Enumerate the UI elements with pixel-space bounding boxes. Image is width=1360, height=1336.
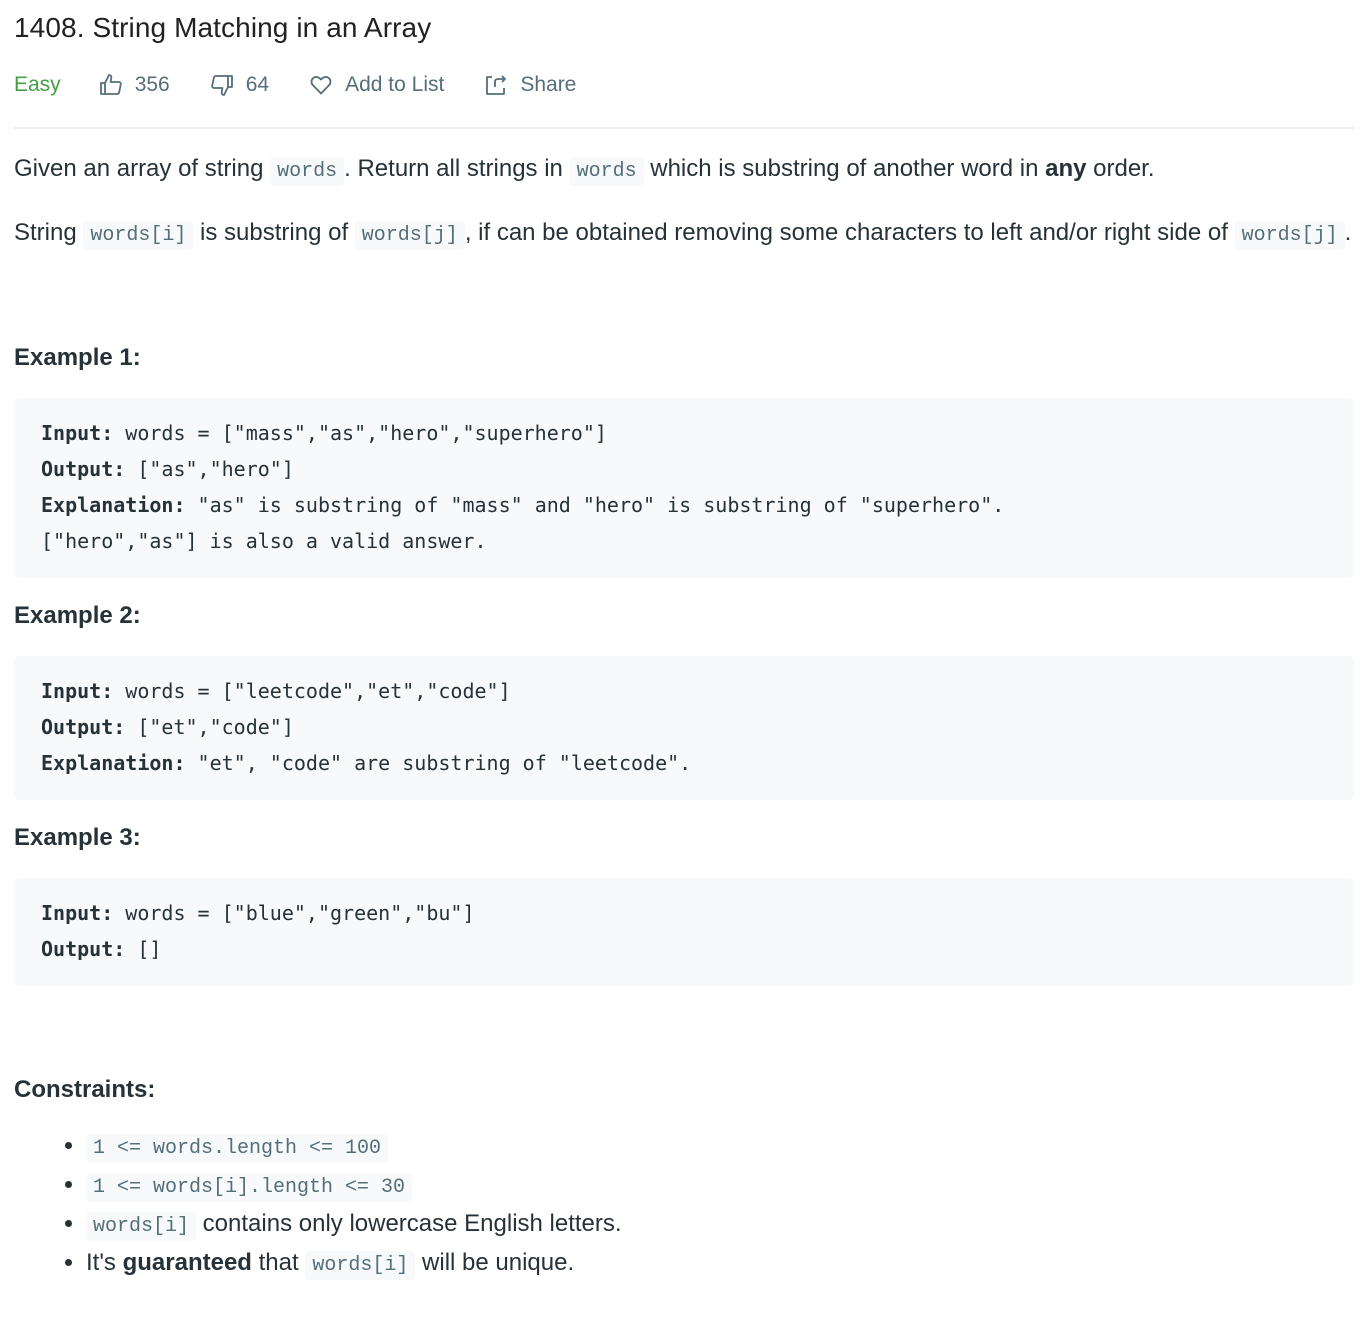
constraint-item: 1 <= words[i].length <= 30 bbox=[86, 1167, 1354, 1206]
input-value: words = ["blue","green","bu"] bbox=[113, 901, 475, 925]
text: , if can be obtained removing some chara… bbox=[464, 219, 1235, 246]
problem-description-panel: 1408. String Matching in an Array Easy 3… bbox=[0, 0, 1360, 1284]
problem-statement: Given an array of string words. Return a… bbox=[14, 151, 1354, 254]
difficulty-badge: Easy bbox=[14, 73, 61, 96]
add-to-list-button[interactable]: Add to List bbox=[309, 73, 444, 97]
constraints-list: 1 <= words.length <= 100 1 <= words[i].l… bbox=[14, 1128, 1354, 1284]
constraint-item: words[i] contains only lowercase English… bbox=[86, 1206, 1354, 1245]
text: . Return all strings in bbox=[344, 155, 570, 182]
output-value: ["as","hero"] bbox=[125, 457, 294, 481]
inline-code: words[j] bbox=[1234, 221, 1345, 250]
text: that bbox=[251, 1249, 306, 1276]
dislike-count: 64 bbox=[245, 73, 270, 96]
inline-code: words[i] bbox=[86, 1212, 197, 1241]
output-label: Output: bbox=[41, 457, 126, 481]
inline-code: words[i] bbox=[83, 221, 194, 250]
output-value: [] bbox=[125, 937, 162, 961]
bold-text: guaranteed bbox=[122, 1249, 252, 1276]
constraint-item: It's guaranteed that words[i] will be un… bbox=[86, 1245, 1354, 1284]
explanation-extra: ["hero","as"] is also a valid answer. bbox=[41, 529, 487, 553]
explanation-value: "as" is substring of "mass" and "hero" i… bbox=[185, 493, 1005, 517]
input-value: words = ["leetcode","et","code"] bbox=[113, 679, 511, 703]
inline-code: words[j] bbox=[354, 221, 465, 250]
text: . bbox=[1344, 219, 1352, 246]
example-2-block: Input: words = ["leetcode","et","code"] … bbox=[14, 656, 1354, 800]
thumbs-down-icon bbox=[211, 75, 233, 96]
output-label: Output: bbox=[41, 715, 126, 739]
text: contains only lowercase English letters. bbox=[196, 1210, 622, 1237]
share-icon bbox=[486, 75, 507, 95]
header-divider bbox=[14, 127, 1354, 129]
input-label: Input: bbox=[41, 679, 114, 703]
input-label: Input: bbox=[41, 901, 114, 925]
example-3-title: Example 3: bbox=[14, 824, 141, 851]
text: order. bbox=[1086, 155, 1155, 182]
inline-code: words bbox=[569, 157, 644, 186]
explanation-label: Explanation: bbox=[41, 493, 186, 517]
inline-code: 1 <= words[i].length <= 30 bbox=[86, 1173, 413, 1202]
example-1-title: Example 1: bbox=[14, 344, 141, 371]
bold-text: any bbox=[1045, 155, 1087, 182]
inline-code: words[i] bbox=[305, 1251, 416, 1280]
statement-paragraph-2: String words[i] is substring of words[j]… bbox=[14, 215, 1354, 254]
input-label: Input: bbox=[41, 421, 114, 445]
constraints-title: Constraints: bbox=[14, 1076, 156, 1103]
output-value: ["et","code"] bbox=[125, 715, 294, 739]
share-label: Share bbox=[520, 73, 577, 96]
text: is substring of bbox=[193, 219, 355, 246]
output-label: Output: bbox=[41, 937, 126, 961]
inline-code: words bbox=[270, 157, 345, 186]
statement-paragraph-1: Given an array of string words. Return a… bbox=[14, 151, 1354, 190]
explanation-label: Explanation: bbox=[41, 751, 186, 775]
dislike-button[interactable]: 64 bbox=[210, 73, 269, 97]
text: It's bbox=[86, 1249, 123, 1276]
example-1-block: Input: words = ["mass","as","hero","supe… bbox=[14, 398, 1354, 578]
text: will be unique. bbox=[415, 1249, 575, 1276]
input-value: words = ["mass","as","hero","superhero"] bbox=[113, 421, 607, 445]
problem-title: 1408. String Matching in an Array bbox=[14, 12, 432, 43]
problem-meta-bar: Easy 356 64 Add to List Share bbox=[14, 60, 1354, 110]
example-2-title: Example 2: bbox=[14, 602, 141, 629]
text: Given an array of string bbox=[14, 155, 271, 182]
add-to-list-label: Add to List bbox=[345, 73, 445, 96]
share-button[interactable]: Share bbox=[484, 73, 576, 97]
like-button[interactable]: 356 bbox=[99, 73, 170, 97]
text: which is substring of another word in bbox=[643, 155, 1046, 182]
example-3-block: Input: words = ["blue","green","bu"] Out… bbox=[14, 878, 1354, 986]
like-count: 356 bbox=[134, 73, 170, 96]
heart-icon bbox=[310, 76, 332, 95]
constraint-item: 1 <= words.length <= 100 bbox=[86, 1128, 1354, 1167]
explanation-value: "et", "code" are substring of "leetcode"… bbox=[185, 751, 692, 775]
inline-code: 1 <= words.length <= 100 bbox=[86, 1134, 389, 1163]
thumbs-up-icon bbox=[99, 74, 122, 95]
text: String bbox=[14, 219, 84, 246]
